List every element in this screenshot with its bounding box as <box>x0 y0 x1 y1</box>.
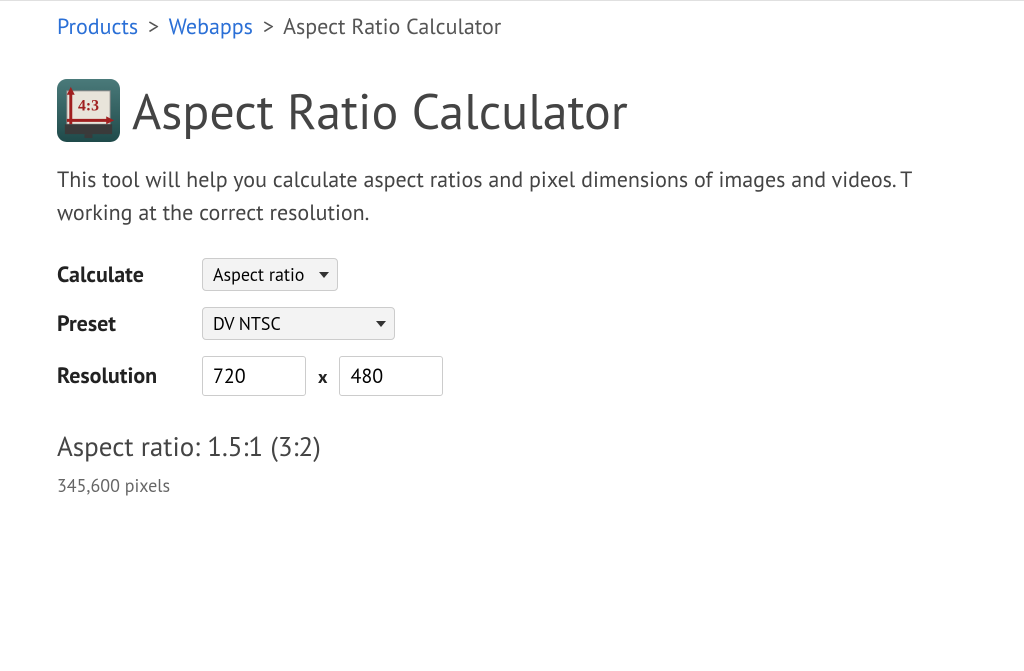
breadcrumb-sep: > <box>144 13 163 41</box>
calculate-select[interactable]: Aspect ratio <box>202 258 338 291</box>
result-pixels: 345,600 pixels <box>57 474 1024 497</box>
breadcrumb-current: Aspect Ratio Calculator <box>283 13 501 41</box>
resolution-label: Resolution <box>57 362 202 390</box>
preset-select[interactable]: DV NTSC <box>202 307 395 340</box>
width-input[interactable] <box>202 356 306 396</box>
breadcrumb: Products > Webapps > Aspect Ratio Calcul… <box>57 1 1024 51</box>
svg-text:4:3: 4:3 <box>78 98 99 115</box>
result-aspect-ratio: Aspect ratio: 1.5:1 (3:2) <box>57 430 1024 464</box>
x-separator: x <box>318 365 327 388</box>
preset-label: Preset <box>57 310 202 338</box>
calculate-label: Calculate <box>57 261 202 289</box>
breadcrumb-products[interactable]: Products <box>57 13 138 41</box>
page-title: Aspect Ratio Calculator <box>132 86 628 136</box>
height-input[interactable] <box>339 356 443 396</box>
aspect-ratio-icon: 4:3 <box>57 79 120 142</box>
description: This tool will help you calculate aspect… <box>57 164 1024 230</box>
breadcrumb-webapps[interactable]: Webapps <box>169 13 253 41</box>
breadcrumb-sep: > <box>259 13 278 41</box>
